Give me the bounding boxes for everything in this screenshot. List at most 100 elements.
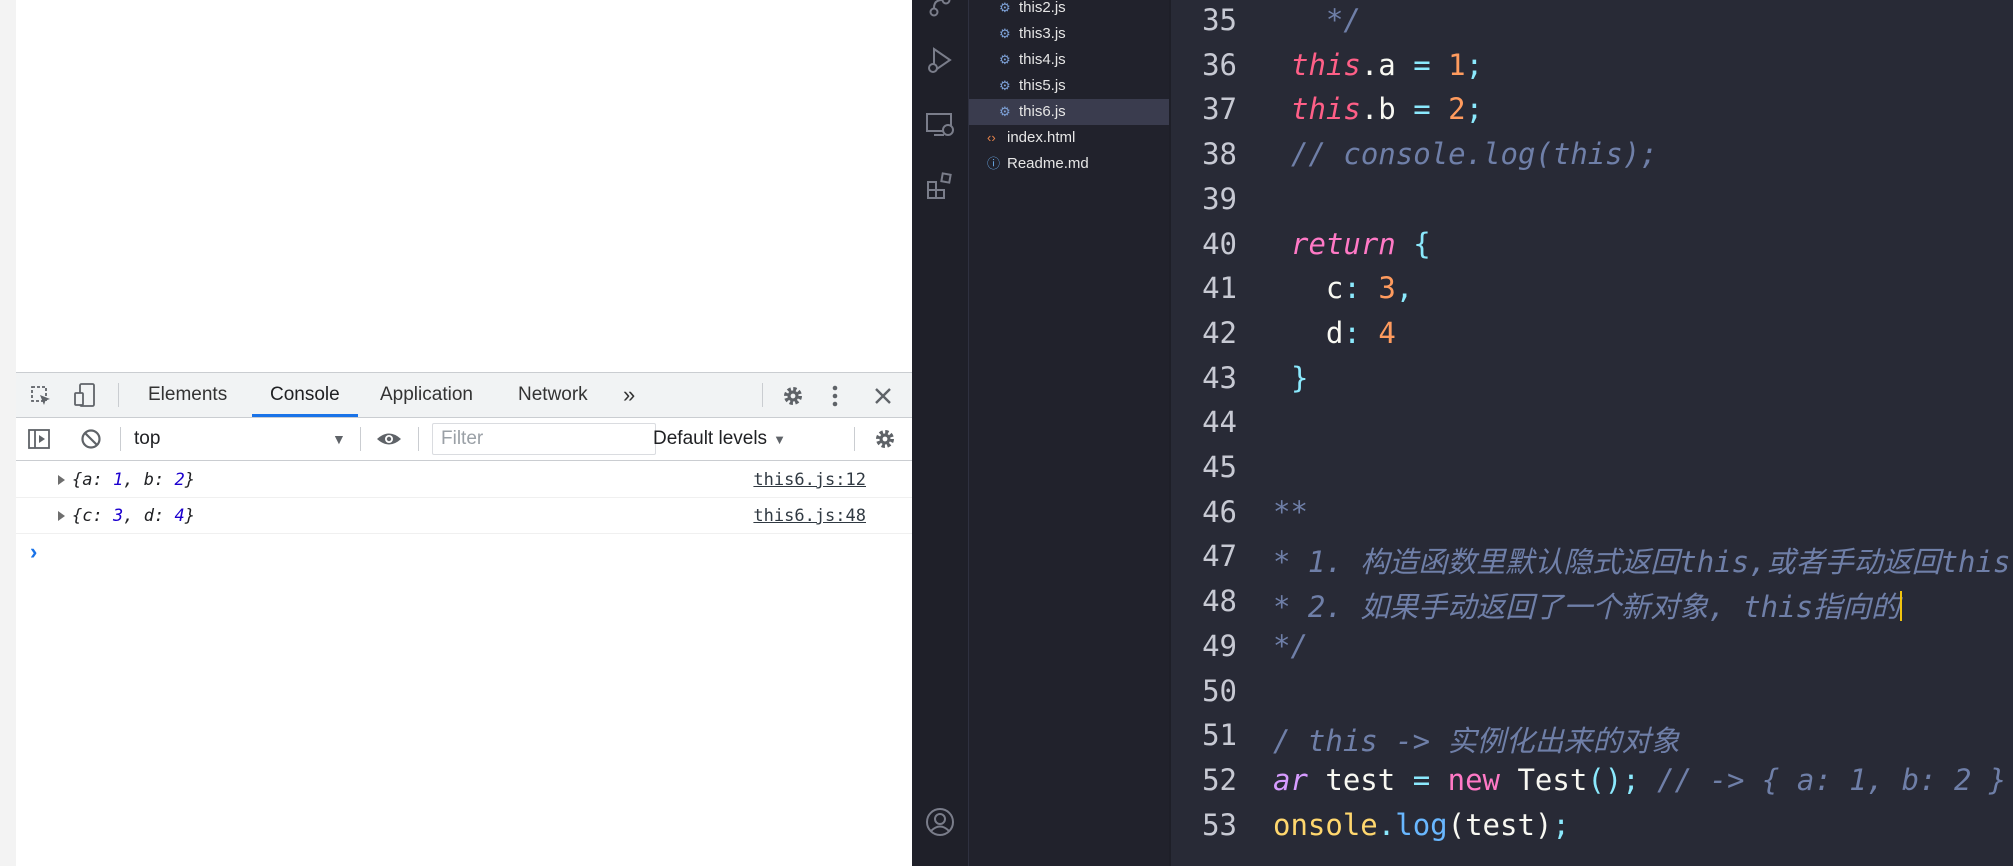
code-line[interactable]: c: 3, [1291, 271, 1413, 305]
code-line[interactable]: d: 4 [1291, 316, 1396, 350]
run-debug-icon[interactable] [924, 44, 956, 76]
more-vert-icon[interactable] [828, 383, 842, 409]
line-number: 46 [1202, 494, 1237, 529]
code-token: */ [1291, 3, 1361, 37]
code-token: (); [1587, 762, 1640, 797]
code-line[interactable]: */ [1273, 629, 1308, 663]
filter-input[interactable] [432, 423, 656, 455]
line-number: 39 [1202, 181, 1237, 216]
file-item[interactable]: ⚙ this2.js [969, 0, 1169, 21]
settings-gear-icon[interactable] [780, 383, 806, 409]
file-item[interactable]: ⚙ this4.js [969, 47, 1169, 73]
code-token: ; [1552, 807, 1570, 842]
source-link[interactable]: this6.js:48 [753, 506, 866, 526]
code-token: } [1291, 360, 1309, 395]
expand-arrow-icon[interactable] [58, 475, 65, 485]
file-name: Readme.md [1007, 155, 1089, 172]
expand-arrow-icon[interactable] [58, 511, 65, 521]
log-levels-label: Default levels [653, 428, 768, 449]
inspect-element-icon[interactable] [28, 383, 54, 409]
code-line[interactable]: this.a = 1; [1291, 48, 1483, 82]
html-file-icon: ‹› [987, 130, 996, 145]
code-token: // console.log(this); [1291, 137, 1658, 172]
code-line[interactable]: * 1. 构造函数里默认隐式返回this,或者手动返回this [1273, 539, 2010, 581]
js-file-icon: ⚙ [999, 78, 1011, 93]
log-levels-selector[interactable]: Default levels ▼ [653, 418, 786, 460]
code-token: (test) [1447, 807, 1553, 842]
activity-bar [912, 0, 969, 866]
code-token: Test [1500, 762, 1588, 797]
file-name: this4.js [1019, 51, 1066, 68]
tab-network[interactable]: Network [516, 373, 590, 417]
clear-console-icon[interactable] [78, 426, 104, 452]
line-number: 44 [1202, 405, 1237, 440]
more-tabs-icon[interactable]: » [621, 373, 637, 417]
close-icon[interactable] [870, 383, 896, 409]
eye-icon[interactable] [374, 426, 404, 452]
line-number: 37 [1202, 92, 1237, 127]
code-token: .a [1360, 47, 1414, 82]
file-item[interactable]: ‹› index.html [969, 125, 1169, 151]
context-selector[interactable]: top [134, 418, 160, 460]
device-toggle-icon[interactable] [72, 381, 98, 409]
line-number: 42 [1202, 315, 1237, 350]
file-explorer: ⚙ this2.js ⚙ this3.js ⚙ this4.js ⚙ this5.js ⚙ thi… [969, 0, 1169, 866]
code-line[interactable]: return { [1291, 227, 1431, 261]
code-token: = [1413, 47, 1431, 82]
info-file-icon: ⓘ [987, 156, 1001, 171]
logged-object[interactable]: {c: 3, d: 4} [72, 506, 195, 526]
code-area[interactable]: 35 */36 this.a = 1; 37 this.b = 2; 38// cons… [1171, 0, 2013, 866]
file-name: this2.js [1019, 0, 1066, 16]
code-token: 2 [1448, 92, 1466, 127]
console-message[interactable]: {a: 1, b: 2} this6.js:12 [16, 463, 912, 498]
source-link[interactable]: this6.js:12 [753, 470, 866, 490]
file-item[interactable]: ⚙ this5.js [969, 73, 1169, 99]
line-number: 41 [1202, 271, 1237, 306]
code-line[interactable]: onsole.log(test); [1273, 808, 1570, 842]
js-file-icon: ⚙ [999, 26, 1011, 41]
sidebar-toggle-icon[interactable] [26, 426, 52, 452]
file-item[interactable]: ⚙ this6.js [969, 99, 1169, 125]
code-token: onsole [1273, 807, 1378, 842]
tab-elements[interactable]: Elements [146, 373, 229, 417]
line-number: 35 [1202, 3, 1237, 37]
logged-object[interactable]: {a: 1, b: 2} [72, 470, 195, 490]
code-line[interactable]: */ [1291, 3, 1361, 37]
code-token: * 1. 构造函数里默认隐式返回this,或者手动返回this [1273, 545, 2011, 580]
code-token: * 2. 如果手动返回了一个新对象, this指向的 [1273, 590, 1901, 625]
code-line[interactable]: * 2. 如果手动返回了一个新对象, this指向的 [1273, 584, 1903, 626]
code-token: = [1412, 762, 1431, 797]
chevron-down-icon[interactable]: ▼ [332, 418, 346, 460]
console-settings-gear-icon[interactable] [872, 426, 898, 452]
line-number: 52 [1202, 762, 1237, 797]
file-item[interactable]: ⚙ this3.js [969, 21, 1169, 47]
code-token: .b [1360, 92, 1414, 127]
toolbar-divider [360, 427, 361, 451]
console-prompt[interactable]: › [30, 539, 37, 565]
file-item[interactable]: ⓘ Readme.md [969, 151, 1169, 177]
toolbar-divider [120, 427, 121, 451]
code-line[interactable]: // console.log(this); [1291, 137, 1658, 171]
remote-explorer-icon[interactable] [924, 108, 956, 140]
code-token: this [1291, 92, 1361, 127]
code-line[interactable]: this.b = 2; [1291, 92, 1483, 126]
extensions-icon[interactable] [924, 170, 956, 202]
tab-application[interactable]: Application [378, 373, 475, 417]
text-cursor [1900, 591, 1903, 622]
tab-console[interactable]: Console [252, 373, 358, 417]
code-line[interactable]: / this -> 实例化出来的对象 [1273, 718, 1680, 760]
code-line[interactable]: } [1291, 361, 1308, 395]
line-number: 51 [1202, 718, 1237, 753]
code-line[interactable]: ar test = new Test(); // -> { a: 1, b: 2… [1273, 763, 2006, 797]
file-name: index.html [1007, 129, 1076, 146]
account-icon[interactable] [924, 806, 956, 838]
source-control-icon[interactable] [924, 0, 956, 22]
console-message[interactable]: {c: 3, d: 4} this6.js:48 [16, 499, 912, 534]
code-line[interactable]: ** [1273, 495, 1308, 529]
code-token: log [1395, 807, 1448, 842]
